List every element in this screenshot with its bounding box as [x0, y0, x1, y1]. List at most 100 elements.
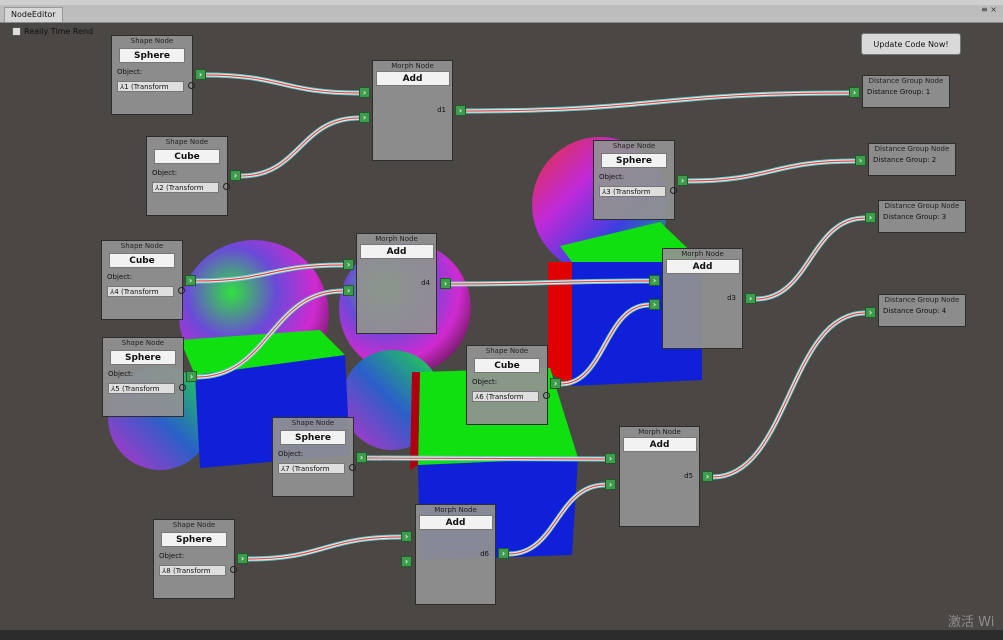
object-field[interactable]: ⅄7 (Transform — [278, 463, 345, 474]
object-picker-icon[interactable] — [188, 82, 195, 89]
shape-node[interactable]: Shape Node Sphere Object: ⅄5 (Transform — [102, 337, 186, 417]
shape-type-button[interactable]: Cube — [154, 149, 220, 164]
distance-group-node[interactable]: Distance Group Node Distance Group: 4 — [878, 294, 966, 327]
node-header: Distance Group Node — [868, 77, 944, 85]
object-label: Object: — [159, 552, 185, 560]
realtime-checkbox[interactable] — [12, 27, 21, 36]
shape-type-button[interactable]: Cube — [474, 358, 540, 373]
output-port-icon[interactable]: › — [440, 278, 451, 289]
morph-operation-button[interactable]: Add — [622, 437, 697, 452]
morph-operation-button[interactable]: Add — [418, 515, 493, 530]
morph-operation-button[interactable]: Add — [359, 244, 434, 259]
morph-node[interactable]: Morph Node Add d3 — [662, 248, 743, 349]
node-header: Morph Node — [638, 428, 681, 436]
object-field[interactable]: ⅄3 (Transform — [599, 186, 666, 197]
shape-node[interactable]: Shape Node Cube Object: ⅄4 (Transform — [101, 240, 185, 320]
shape-node[interactable]: Shape Node Sphere Object: ⅄1 (Transform — [111, 35, 195, 115]
output-port-icon[interactable]: › — [230, 170, 241, 181]
object-label: Object: — [278, 450, 304, 458]
object-picker-icon[interactable] — [223, 183, 230, 190]
input-port-icon[interactable]: › — [359, 112, 370, 123]
output-port-icon[interactable]: › — [195, 69, 206, 80]
node-header: Shape Node — [485, 347, 529, 355]
object-picker-icon[interactable] — [670, 187, 677, 194]
connection-wire — [247, 536, 402, 560]
node-header: Morph Node — [681, 250, 724, 258]
realtime-render-toggle[interactable]: Really Time Rend — [12, 27, 93, 36]
shape-node[interactable]: Shape Node Sphere Object: ⅄3 (Transform — [593, 140, 677, 220]
object-picker-icon[interactable] — [349, 464, 356, 471]
input-port-icon[interactable]: › — [401, 531, 412, 542]
input-port-icon[interactable]: › — [865, 307, 876, 318]
distance-group-label: Distance Group: 2 — [873, 156, 937, 164]
object-label: Object: — [108, 370, 134, 378]
activation-watermark: 激活 Wi — [948, 615, 995, 630]
morph-operation-button[interactable]: Add — [665, 259, 740, 274]
shape-node[interactable]: Shape Node Sphere Object: ⅄7 (Transform — [272, 417, 356, 497]
object-picker-icon[interactable] — [543, 392, 550, 399]
output-port-icon[interactable]: › — [677, 175, 688, 186]
output-port-icon[interactable]: › — [498, 548, 509, 559]
morph-operation-button[interactable]: Add — [375, 71, 450, 86]
shape-type-button[interactable]: Sphere — [110, 350, 176, 365]
object-picker-icon[interactable] — [178, 287, 185, 294]
output-port-icon[interactable]: › — [186, 371, 197, 382]
distance-group-node[interactable]: Distance Group Node Distance Group: 2 — [868, 143, 956, 176]
input-port-icon[interactable]: › — [849, 87, 860, 98]
output-port-icon[interactable]: › — [550, 378, 561, 389]
input-port-icon[interactable]: › — [401, 556, 412, 567]
object-field[interactable]: ⅄6 (Transform — [472, 391, 539, 402]
distance-group-node[interactable]: Distance Group Node Distance Group: 1 — [862, 75, 950, 108]
output-port-icon[interactable]: › — [185, 275, 196, 286]
input-port-icon[interactable]: › — [343, 259, 354, 270]
object-field[interactable]: ⅄8 (Transform — [159, 565, 226, 576]
output-port-icon[interactable]: › — [745, 293, 756, 304]
distance-group-label: Distance Group: 3 — [883, 213, 947, 221]
morph-node[interactable]: Morph Node Add d4 — [356, 233, 437, 334]
object-field[interactable]: ⅄5 (Transform — [108, 383, 175, 394]
tab-node-editor[interactable]: NodeEditor — [4, 7, 63, 22]
input-port-icon[interactable]: › — [649, 275, 660, 286]
node-header: Shape Node — [120, 242, 164, 250]
object-field[interactable]: ⅄1 (Transform — [117, 81, 184, 92]
node-header: Shape Node — [130, 37, 174, 45]
connection-wire — [755, 217, 866, 300]
node-editor-window: NodeEditor ≡ × Really Time Rend Update C… — [0, 0, 1003, 640]
shape-type-button[interactable]: Cube — [109, 253, 175, 268]
update-code-button[interactable]: Update Code Now! — [861, 33, 961, 55]
object-field[interactable]: ⅄4 (Transform — [107, 286, 174, 297]
object-field[interactable]: ⅄2 (Transform — [152, 182, 219, 193]
shape-node[interactable]: Shape Node Cube Object: ⅄2 (Transform — [146, 136, 230, 216]
realtime-label: Really Time Rend — [24, 27, 94, 36]
object-picker-icon[interactable] — [179, 384, 186, 391]
input-port-icon[interactable]: › — [605, 479, 616, 490]
input-port-icon[interactable]: › — [605, 453, 616, 464]
output-port-icon[interactable]: › — [237, 553, 248, 564]
window-menu-icon[interactable]: ≡ × — [981, 6, 997, 14]
object-label: Object: — [117, 68, 143, 76]
morph-node[interactable]: Morph Node Add d5 — [619, 426, 700, 527]
output-port-icon[interactable]: › — [702, 471, 713, 482]
shape-node[interactable]: Shape Node Cube Object: ⅄6 (Transform — [466, 345, 550, 425]
shape-type-button[interactable]: Sphere — [280, 430, 346, 445]
tab-bar: NodeEditor ≡ × — [0, 5, 1003, 23]
shape-node[interactable]: Shape Node Sphere Object: ⅄8 (Transform — [153, 519, 237, 599]
input-port-icon[interactable]: › — [855, 155, 866, 166]
input-port-icon[interactable]: › — [865, 212, 876, 223]
input-port-icon[interactable]: › — [359, 87, 370, 98]
shape-type-button[interactable]: Sphere — [161, 532, 227, 547]
object-label: Object: — [107, 273, 133, 281]
distance-group-label: Distance Group: 1 — [867, 88, 931, 96]
output-port-icon[interactable]: › — [356, 452, 367, 463]
object-picker-icon[interactable] — [230, 566, 237, 573]
connection-wire — [508, 484, 606, 555]
shape-type-button[interactable]: Sphere — [601, 153, 667, 168]
output-port-icon[interactable]: › — [455, 105, 466, 116]
shape-type-button[interactable]: Sphere — [119, 48, 185, 63]
morph-node[interactable]: Morph Node Add d1 — [372, 60, 453, 161]
distance-group-node[interactable]: Distance Group Node Distance Group: 3 — [878, 200, 966, 233]
distance-group-label: Distance Group: 4 — [883, 307, 947, 315]
input-port-icon[interactable]: › — [343, 285, 354, 296]
morph-node[interactable]: Morph Node Add d6 — [415, 504, 496, 605]
input-port-icon[interactable]: › — [649, 299, 660, 310]
